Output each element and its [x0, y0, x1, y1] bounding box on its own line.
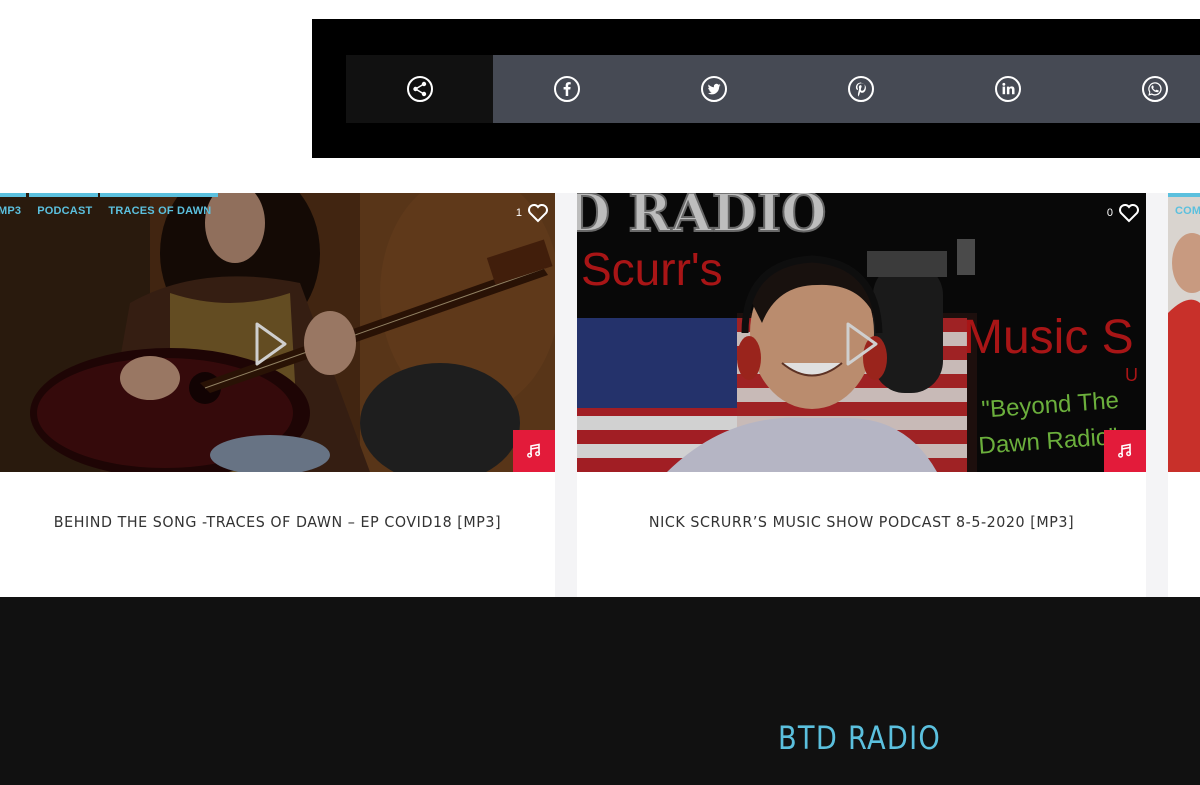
pinterest-share-button[interactable] — [787, 55, 934, 123]
footer-title: BTD RADIO — [778, 719, 942, 757]
music-note-icon — [527, 443, 541, 458]
like-counter[interactable]: 0 — [1107, 203, 1140, 223]
twitter-share-button[interactable] — [640, 55, 787, 123]
card-thumbnail[interactable]: D RADIO Scurr's Music S U "Beyond The Da… — [577, 193, 1146, 472]
music-badge — [513, 430, 555, 472]
card-title-link[interactable]: NICK SCRURR’S MUSIC SHOW PODCAST 8-5-202… — [600, 513, 1123, 531]
card-tags: COM — [1175, 205, 1200, 217]
twitter-icon — [700, 76, 727, 102]
music-note-icon — [1118, 443, 1132, 458]
card-title-link[interactable]: BEHIND THE SONG -TRACES OF DAWN – EP COV… — [22, 513, 533, 531]
podcast-card: D RADIO Scurr's Music S U "Beyond The Da… — [577, 193, 1146, 597]
podcast-cards: MP3 PODCAST TRACES OF DAWN 1 BEHIND THE … — [0, 193, 1200, 597]
like-count: 1 — [515, 207, 522, 219]
play-icon[interactable] — [254, 321, 288, 367]
play-icon[interactable] — [845, 321, 879, 367]
card-thumbnail[interactable]: MP3 PODCAST TRACES OF DAWN 1 — [0, 193, 555, 472]
tag-link[interactable]: TRACES OF DAWN — [108, 205, 211, 217]
card-thumbnail[interactable]: COM — [1168, 193, 1200, 472]
facebook-icon — [553, 76, 580, 102]
linkedin-icon — [994, 76, 1021, 102]
pinterest-icon — [847, 76, 874, 102]
podcast-card: MP3 PODCAST TRACES OF DAWN 1 BEHIND THE … — [0, 193, 555, 597]
card-tags: MP3 PODCAST TRACES OF DAWN — [0, 205, 211, 217]
heart-icon — [1119, 204, 1139, 223]
tag-link[interactable]: COM — [1175, 205, 1200, 217]
footer: BTD RADIO — [0, 597, 1200, 785]
partial-card-image — [1168, 193, 1200, 472]
facebook-share-button[interactable] — [493, 55, 640, 123]
like-counter[interactable]: 1 — [516, 203, 549, 223]
share-panel — [312, 19, 1200, 158]
tag-link[interactable]: PODCAST — [37, 205, 92, 217]
music-badge — [1104, 430, 1146, 472]
whatsapp-icon — [1141, 76, 1168, 102]
share-icon — [406, 76, 433, 102]
podcast-card: COM — [1168, 193, 1200, 597]
tag-link[interactable]: MP3 — [0, 205, 21, 217]
share-bar — [346, 55, 1200, 123]
whatsapp-share-button[interactable] — [1081, 55, 1200, 123]
share-button[interactable] — [346, 55, 493, 123]
linkedin-share-button[interactable] — [934, 55, 1081, 123]
like-count: 0 — [1106, 207, 1113, 219]
heart-icon — [528, 204, 548, 223]
